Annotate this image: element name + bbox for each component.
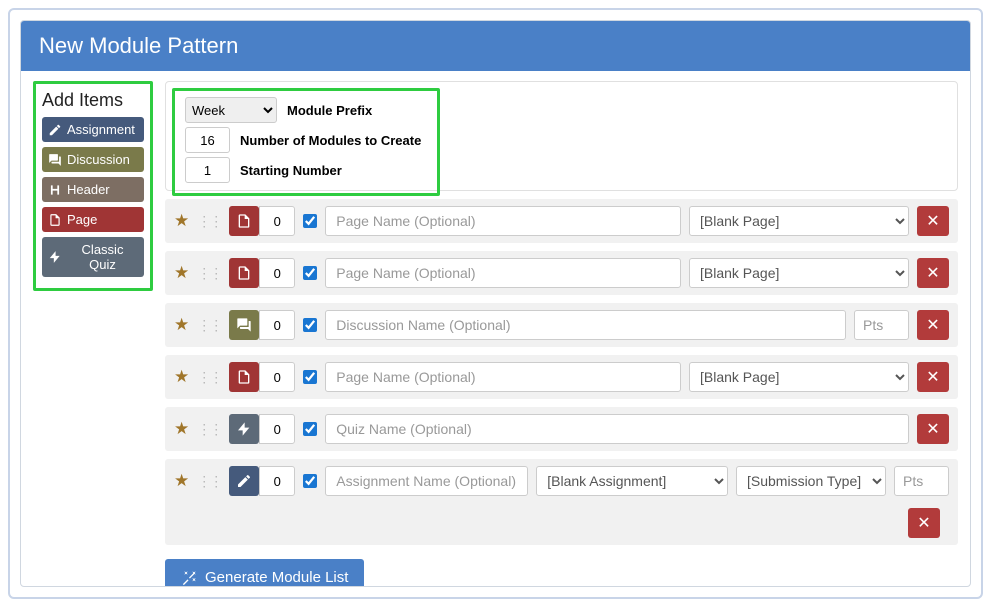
indent-input[interactable]	[259, 206, 295, 236]
delete-button[interactable]: ✕	[908, 508, 940, 538]
drag-handle-icon[interactable]: ⋮⋮	[197, 473, 221, 490]
add-discussion-label: Discussion	[67, 152, 130, 167]
indent-input[interactable]	[259, 466, 295, 496]
publish-checkbox[interactable]	[303, 370, 317, 384]
page-badge	[229, 206, 259, 236]
indent-input[interactable]	[259, 362, 295, 392]
delete-button[interactable]: ✕	[917, 362, 949, 392]
config-box: Week Module Prefix Number of Modules to …	[172, 88, 440, 196]
star-icon: ★	[174, 211, 189, 231]
star-icon: ★	[174, 315, 189, 335]
drag-handle-icon[interactable]: ⋮⋮	[197, 213, 221, 230]
generate-module-list-button[interactable]: Generate Module List	[165, 559, 364, 587]
assignment-template-select[interactable]: [Blank Assignment]	[536, 466, 728, 496]
magic-wand-icon	[181, 570, 197, 586]
publish-checkbox[interactable]	[303, 214, 317, 228]
add-assignment-label: Assignment	[67, 122, 135, 137]
quiz-badge	[229, 414, 259, 444]
module-prefix-select[interactable]: Week	[185, 97, 277, 123]
item-name-input[interactable]	[325, 466, 528, 496]
item-name-input[interactable]	[325, 258, 681, 288]
page-template-select[interactable]: [Blank Page]	[689, 258, 909, 288]
discussion-badge	[229, 310, 259, 340]
item-name-input[interactable]	[325, 414, 909, 444]
add-header-label: Header	[67, 182, 110, 197]
page-badge	[229, 258, 259, 288]
star-icon: ★	[174, 419, 189, 439]
assignment-badge	[229, 466, 259, 496]
item-row: ★ ⋮⋮ ✕	[165, 407, 958, 451]
star-icon: ★	[174, 367, 189, 387]
quiz-icon	[48, 250, 62, 264]
header-icon	[48, 183, 62, 197]
module-count-label: Number of Modules to Create	[240, 133, 421, 148]
starting-number-input[interactable]	[185, 157, 230, 183]
indent-input[interactable]	[259, 310, 295, 340]
item-name-input[interactable]	[325, 362, 681, 392]
points-input[interactable]	[854, 310, 909, 340]
add-items-sidebar: Add Items Assignment Discussion Header P…	[33, 81, 153, 291]
drag-handle-icon[interactable]: ⋮⋮	[197, 317, 221, 334]
delete-button[interactable]: ✕	[917, 258, 949, 288]
delete-button[interactable]: ✕	[917, 414, 949, 444]
item-name-input[interactable]	[325, 310, 846, 340]
publish-checkbox[interactable]	[303, 266, 317, 280]
drag-handle-icon[interactable]: ⋮⋮	[197, 421, 221, 438]
generate-label: Generate Module List	[205, 569, 348, 586]
item-name-input[interactable]	[325, 206, 681, 236]
drag-handle-icon[interactable]: ⋮⋮	[197, 369, 221, 386]
add-page-label: Page	[67, 212, 97, 227]
page-template-select[interactable]: [Blank Page]	[689, 362, 909, 392]
starting-number-label: Starting Number	[240, 163, 342, 178]
add-discussion-button[interactable]: Discussion	[42, 147, 144, 172]
page-badge	[229, 362, 259, 392]
indent-input[interactable]	[259, 414, 295, 444]
assignment-icon	[48, 123, 62, 137]
submission-type-select[interactable]: [Submission Type]	[736, 466, 886, 496]
add-assignment-button[interactable]: Assignment	[42, 117, 144, 142]
publish-checkbox[interactable]	[303, 474, 317, 488]
sidebar-title: Add Items	[42, 90, 144, 111]
item-row: ★ ⋮⋮ [Blank Assignment] [Submission Type…	[165, 459, 958, 545]
star-icon: ★	[174, 263, 189, 283]
module-count-input[interactable]	[185, 127, 230, 153]
item-row: ★ ⋮⋮ ✕	[165, 303, 958, 347]
item-row: ★ ⋮⋮ [Blank Page] ✕	[165, 251, 958, 295]
publish-checkbox[interactable]	[303, 318, 317, 332]
module-prefix-label: Module Prefix	[287, 103, 372, 118]
star-icon: ★	[174, 471, 189, 491]
publish-checkbox[interactable]	[303, 422, 317, 436]
item-row: ★ ⋮⋮ [Blank Page] ✕	[165, 199, 958, 243]
discussion-icon	[48, 153, 62, 167]
delete-button[interactable]: ✕	[917, 206, 949, 236]
drag-handle-icon[interactable]: ⋮⋮	[197, 265, 221, 282]
add-quiz-label: Classic Quiz	[67, 242, 138, 272]
add-header-button[interactable]: Header	[42, 177, 144, 202]
page-template-select[interactable]: [Blank Page]	[689, 206, 909, 236]
indent-input[interactable]	[259, 258, 295, 288]
page-icon	[48, 213, 62, 227]
add-quiz-button[interactable]: Classic Quiz	[42, 237, 144, 277]
points-input[interactable]	[894, 466, 949, 496]
delete-button[interactable]: ✕	[917, 310, 949, 340]
add-page-button[interactable]: Page	[42, 207, 144, 232]
item-row: ★ ⋮⋮ [Blank Page] ✕	[165, 355, 958, 399]
panel-title: New Module Pattern	[21, 21, 970, 71]
